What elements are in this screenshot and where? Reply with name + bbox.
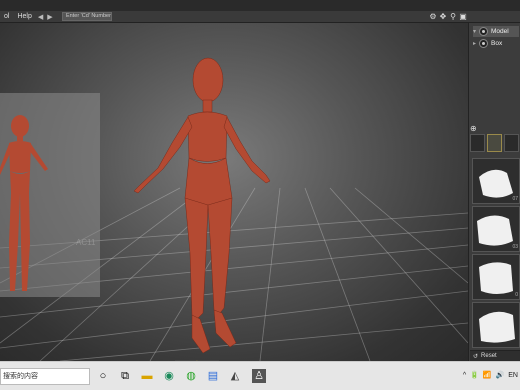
menu-bar: ol Help ◀ ▶ Enter 'Cd' Number ⚙ ✥ ⚲ ▣	[0, 11, 520, 23]
input-language-indicator[interactable]: EN	[508, 372, 518, 379]
reset-button[interactable]: ↺ Reset	[470, 350, 520, 361]
expand-arrow-icon[interactable]: ▸	[473, 40, 476, 47]
viewport-toolbar: ⚙ ✥ ⚲ ▣	[429, 11, 467, 23]
back-icon[interactable]: ◀	[36, 13, 45, 21]
edge-icon[interactable]: ◉	[162, 369, 176, 383]
volume-icon[interactable]: 🔊	[496, 371, 505, 379]
torso-preview	[479, 262, 513, 294]
file-explorer-icon[interactable]: ▬	[140, 369, 154, 383]
scene-item-box[interactable]: ▸ Box	[473, 38, 502, 49]
tab-body[interactable]	[487, 134, 502, 152]
app-window: ol Help ◀ ▶ Enter 'Cd' Number ⚙ ✥ ⚲ ▣ AC…	[0, 0, 520, 390]
preset-thumbnail[interactable]: 03	[472, 206, 520, 252]
wechat-icon[interactable]: ◍	[184, 369, 198, 383]
reset-label: Reset	[481, 353, 497, 359]
task-view-icon[interactable]: ⧉	[118, 369, 132, 383]
app-icon[interactable]: ◭	[228, 369, 242, 383]
camera-icon[interactable]: ▣	[459, 13, 467, 21]
rotate-icon[interactable]: ✥	[439, 13, 447, 21]
forward-icon[interactable]: ▶	[45, 13, 54, 21]
reset-icon: ↺	[473, 353, 479, 360]
circle-search-icon[interactable]: ○	[96, 369, 110, 383]
tab-legs[interactable]	[504, 134, 519, 152]
tray-expand-icon[interactable]: ^	[463, 372, 466, 379]
visibility-icon[interactable]	[479, 39, 489, 48]
store-icon[interactable]: ▤	[206, 369, 220, 383]
preset-number: 07	[512, 196, 518, 202]
wifi-icon[interactable]: 📶	[483, 371, 492, 379]
add-icon[interactable]: ⊕	[470, 125, 478, 133]
menu-item-help[interactable]: Help	[13, 11, 35, 23]
torso-preview	[479, 311, 515, 343]
tab-head[interactable]	[470, 134, 485, 152]
os-taskbar: 搜索的内容 ○ ⧉ ▬ ◉ ◍ ▤ ◭ ♙ ^ 🔋 📶 🔊 EN	[0, 361, 520, 390]
zoom-icon[interactable]: ⚲	[449, 13, 457, 21]
preset-thumbnail[interactable]: 07	[472, 158, 520, 204]
title-strip	[0, 0, 520, 11]
preset-thumbnail[interactable]: 0	[472, 254, 520, 300]
preset-thumbnail[interactable]	[472, 302, 520, 348]
character-app-icon[interactable]: ♙	[252, 369, 266, 383]
battery-icon[interactable]: 🔋	[470, 371, 479, 379]
number-search-input[interactable]: Enter 'Cd' Number	[62, 12, 112, 21]
character-model[interactable]	[0, 23, 468, 361]
collapse-arrow-icon[interactable]: ▾	[473, 28, 476, 35]
visibility-icon[interactable]	[479, 27, 489, 36]
preset-number: 03	[512, 244, 518, 250]
scene-item-model[interactable]: ▾ Model	[473, 26, 519, 37]
taskbar-search-input[interactable]: 搜索的内容	[0, 368, 90, 385]
system-tray: ^ 🔋 📶 🔊 EN	[463, 371, 518, 380]
settings-icon[interactable]: ⚙	[429, 13, 437, 21]
scene-item-label: Box	[491, 40, 503, 47]
menu-item-tool[interactable]: ol	[0, 11, 13, 23]
category-tabs	[470, 134, 520, 152]
scene-item-label: Model	[491, 28, 509, 35]
preset-number: 0	[515, 292, 518, 298]
3d-viewport[interactable]: AC11 ▲	[0, 23, 468, 361]
